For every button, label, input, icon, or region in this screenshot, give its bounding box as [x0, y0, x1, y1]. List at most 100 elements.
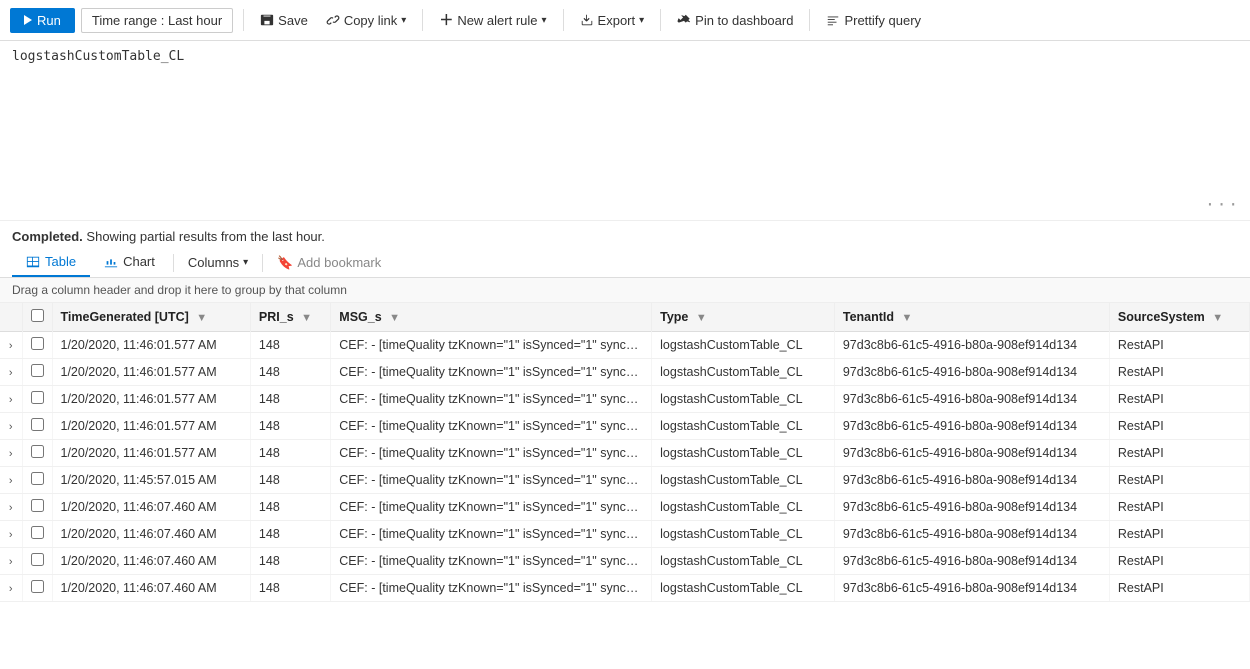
- row-tenant-5: 97d3c8b6-61c5-4916-b80a-908ef914d134: [834, 467, 1109, 494]
- col-header-pri[interactable]: PRI_s ▼: [250, 303, 330, 332]
- row-expand-5[interactable]: ›: [0, 467, 22, 494]
- new-alert-chevron: ▾: [542, 15, 547, 26]
- row-time-2: 1/20/2020, 11:46:01.577 AM: [52, 386, 250, 413]
- row-source-0: RestAPI: [1109, 332, 1249, 359]
- row-type-7: logstashCustomTable_CL: [652, 521, 835, 548]
- row-check-0[interactable]: [22, 332, 52, 359]
- row-tenant-3: 97d3c8b6-61c5-4916-b80a-908ef914d134: [834, 413, 1109, 440]
- table-row: › 1/20/2020, 11:46:01.577 AM 148 CEF: - …: [0, 359, 1250, 386]
- divider-2: [422, 9, 423, 31]
- row-tenant-9: 97d3c8b6-61c5-4916-b80a-908ef914d134: [834, 575, 1109, 602]
- row-pri-4: 148: [250, 440, 330, 467]
- row-check-3[interactable]: [22, 413, 52, 440]
- row-pri-2: 148: [250, 386, 330, 413]
- row-check-1[interactable]: [22, 359, 52, 386]
- row-pri-8: 148: [250, 548, 330, 575]
- row-check-2[interactable]: [22, 386, 52, 413]
- col-label-msg: MSG_s: [339, 310, 381, 324]
- divider-3: [563, 9, 564, 31]
- filter-icon-tenantid: ▼: [902, 312, 913, 324]
- row-expand-7[interactable]: ›: [0, 521, 22, 548]
- col-label-type: Type: [660, 310, 688, 324]
- row-msg-3: CEF: - [timeQuality tzKnown="1" isSynced…: [331, 413, 652, 440]
- row-expand-9[interactable]: ›: [0, 575, 22, 602]
- filter-icon-type: ▼: [696, 312, 707, 324]
- link-icon: [326, 13, 340, 27]
- status-completed: Completed.: [12, 229, 83, 244]
- table-row: › 1/20/2020, 11:46:07.460 AM 148 CEF: - …: [0, 575, 1250, 602]
- export-icon: [580, 13, 594, 27]
- filter-icon-pri: ▼: [301, 312, 312, 324]
- toolbar: Run Time range : Last hour Save Copy lin…: [0, 0, 1250, 41]
- row-source-2: RestAPI: [1109, 386, 1249, 413]
- row-source-5: RestAPI: [1109, 467, 1249, 494]
- tab-sep: [173, 254, 174, 272]
- row-pri-6: 148: [250, 494, 330, 521]
- row-expand-2[interactable]: ›: [0, 386, 22, 413]
- prettify-query-button[interactable]: Prettify query: [820, 9, 927, 32]
- row-msg-1: CEF: - [timeQuality tzKnown="1" isSynced…: [331, 359, 652, 386]
- filter-icon-sourcesystem: ▼: [1212, 312, 1223, 324]
- row-expand-3[interactable]: ›: [0, 413, 22, 440]
- new-alert-rule-button[interactable]: ＋ New alert rule ▾: [433, 6, 552, 34]
- col-header-type[interactable]: Type ▼: [652, 303, 835, 332]
- results-table: TimeGenerated [UTC] ▼ PRI_s ▼ MSG_s ▼ Ty…: [0, 303, 1250, 602]
- table-row: › 1/20/2020, 11:46:07.460 AM 148 CEF: - …: [0, 521, 1250, 548]
- col-label-timegenerated: TimeGenerated [UTC]: [61, 310, 189, 324]
- row-check-5[interactable]: [22, 467, 52, 494]
- select-all-checkbox[interactable]: [31, 309, 44, 322]
- col-header-msg[interactable]: MSG_s ▼: [331, 303, 652, 332]
- row-expand-6[interactable]: ›: [0, 494, 22, 521]
- row-expand-8[interactable]: ›: [0, 548, 22, 575]
- col-label-sourcesystem: SourceSystem: [1118, 310, 1205, 324]
- drag-hint-text: Drag a column header and drop it here to…: [12, 283, 347, 297]
- row-pri-5: 148: [250, 467, 330, 494]
- results-table-wrap[interactable]: TimeGenerated [UTC] ▼ PRI_s ▼ MSG_s ▼ Ty…: [0, 303, 1250, 602]
- query-editor[interactable]: logstashCustomTable_CL ···: [0, 41, 1250, 221]
- export-button[interactable]: Export ▾: [574, 9, 651, 32]
- table-row: › 1/20/2020, 11:46:01.577 AM 148 CEF: - …: [0, 413, 1250, 440]
- row-check-8[interactable]: [22, 548, 52, 575]
- export-label: Export: [598, 13, 636, 28]
- row-time-1: 1/20/2020, 11:46:01.577 AM: [52, 359, 250, 386]
- col-header-tenantid[interactable]: TenantId ▼: [834, 303, 1109, 332]
- add-bookmark-button[interactable]: 🔖 Add bookmark: [267, 249, 391, 277]
- row-time-8: 1/20/2020, 11:46:07.460 AM: [52, 548, 250, 575]
- col-header-sourcesystem[interactable]: SourceSystem ▼: [1109, 303, 1249, 332]
- row-check-6[interactable]: [22, 494, 52, 521]
- prettify-icon: [826, 13, 840, 27]
- columns-button[interactable]: Columns ▾: [178, 249, 258, 276]
- table-row: › 1/20/2020, 11:46:01.577 AM 148 CEF: - …: [0, 440, 1250, 467]
- row-check-9[interactable]: [22, 575, 52, 602]
- save-button[interactable]: Save: [254, 9, 314, 32]
- row-check-4[interactable]: [22, 440, 52, 467]
- run-button[interactable]: Run: [10, 8, 75, 33]
- tab-chart[interactable]: Chart: [90, 248, 169, 277]
- copy-link-chevron: ▾: [401, 15, 406, 26]
- tab-table[interactable]: Table: [12, 248, 90, 277]
- play-icon: [24, 15, 32, 25]
- row-expand-0[interactable]: ›: [0, 332, 22, 359]
- row-expand-4[interactable]: ›: [0, 440, 22, 467]
- time-range-button[interactable]: Time range : Last hour: [81, 8, 233, 33]
- row-msg-0: CEF: - [timeQuality tzKnown="1" isSynced…: [331, 332, 652, 359]
- row-source-8: RestAPI: [1109, 548, 1249, 575]
- copy-link-button[interactable]: Copy link ▾: [320, 9, 413, 32]
- table-row: › 1/20/2020, 11:45:57.015 AM 148 CEF: - …: [0, 467, 1250, 494]
- row-check-7[interactable]: [22, 521, 52, 548]
- row-expand-1[interactable]: ›: [0, 359, 22, 386]
- col-header-timegenerated[interactable]: TimeGenerated [UTC] ▼: [52, 303, 250, 332]
- row-msg-5: CEF: - [timeQuality tzKnown="1" isSynced…: [331, 467, 652, 494]
- col-label-pri: PRI_s: [259, 310, 294, 324]
- table-header-row: TimeGenerated [UTC] ▼ PRI_s ▼ MSG_s ▼ Ty…: [0, 303, 1250, 332]
- row-msg-2: CEF: - [timeQuality tzKnown="1" isSynced…: [331, 386, 652, 413]
- table-row: › 1/20/2020, 11:46:07.460 AM 148 CEF: - …: [0, 548, 1250, 575]
- editor-ellipsis: ···: [1205, 195, 1240, 214]
- row-type-8: logstashCustomTable_CL: [652, 548, 835, 575]
- table-row: › 1/20/2020, 11:46:07.460 AM 148 CEF: - …: [0, 494, 1250, 521]
- row-tenant-7: 97d3c8b6-61c5-4916-b80a-908ef914d134: [834, 521, 1109, 548]
- pin-to-dashboard-button[interactable]: Pin to dashboard: [671, 9, 799, 32]
- row-source-4: RestAPI: [1109, 440, 1249, 467]
- row-msg-9: CEF: - [timeQuality tzKnown="1" isSynced…: [331, 575, 652, 602]
- row-msg-6: CEF: - [timeQuality tzKnown="1" isSynced…: [331, 494, 652, 521]
